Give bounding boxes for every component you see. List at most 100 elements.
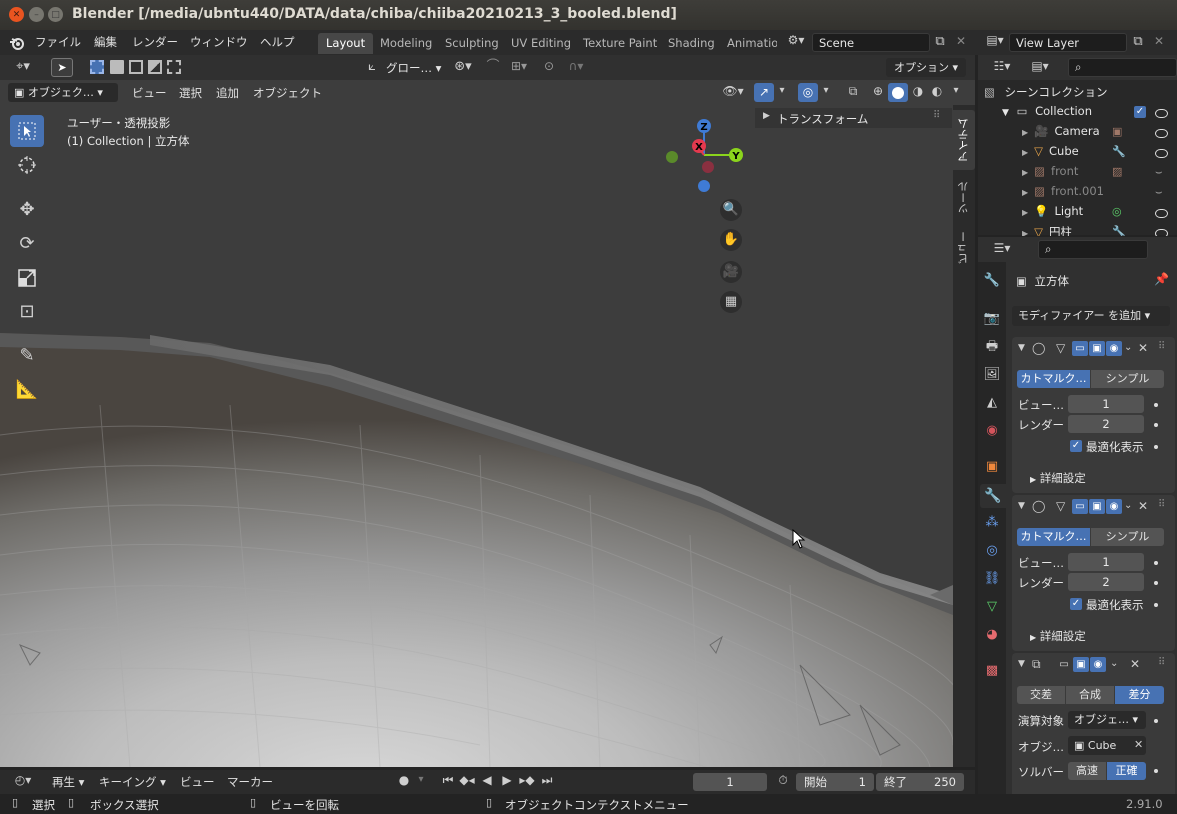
collection-visibility-icon[interactable] <box>1155 109 1168 118</box>
rotate-tool[interactable]: ⟳ <box>10 228 44 260</box>
cursor-tool[interactable] <box>10 149 44 181</box>
modifier-menu-icon[interactable]: ⌄ <box>1124 501 1132 511</box>
annotate-tool[interactable]: ✎ <box>10 340 44 372</box>
transform-tool[interactable]: ⊡ <box>10 296 44 328</box>
modifier-menu-icon[interactable]: ⌄ <box>1124 343 1132 353</box>
subsurf1-simple-button[interactable]: シンプル <box>1091 370 1164 388</box>
render-tab-icon[interactable]: 📷 <box>982 312 1002 325</box>
navigation-gizmo[interactable]: Z Y X <box>660 113 750 203</box>
subsurf1-viewport-keyframe[interactable] <box>1154 403 1158 407</box>
measure-tool[interactable]: 📐 <box>10 374 44 406</box>
object-data-icon[interactable]: 🔧 <box>1112 145 1126 158</box>
play-reverse-icon[interactable]: ◀ <box>480 774 494 786</box>
object-visibility-icon[interactable] <box>1155 209 1168 218</box>
select-mode-invert-icon[interactable] <box>148 60 162 74</box>
keying-set-icon[interactable]: ▾ <box>414 775 428 785</box>
remove-scene-icon[interactable]: ✕ <box>954 35 968 47</box>
playback-menu[interactable]: 再生 ▾ <box>52 774 84 790</box>
viewport-toggle-icon[interactable]: ▣ <box>1089 341 1105 356</box>
modifier-tab-icon[interactable]: 🔧 <box>980 484 1006 508</box>
world-tab-icon[interactable]: ◉ <box>982 424 1002 437</box>
subsurf2-advanced-toggle[interactable]: ▶ 詳細設定 <box>1030 628 1086 644</box>
outliner-object-row[interactable]: ▶ 💡 Light ◎ <box>1022 204 1177 222</box>
boolean-union-button[interactable]: 合成 <box>1066 686 1114 704</box>
tab-layout[interactable]: Layout <box>318 33 374 54</box>
sidebar-tab-view[interactable]: ビュー <box>953 225 975 270</box>
select-mode-extend-icon[interactable] <box>110 60 124 74</box>
tool-tab-icon[interactable]: 🔧 <box>982 274 1002 287</box>
subsurf1-viewport-levels[interactable]: 1 <box>1068 395 1144 413</box>
collapse-arrow-icon[interactable]: ▼ <box>1018 344 1025 353</box>
select-mode-intersect-icon[interactable] <box>167 60 181 74</box>
material-tab-icon[interactable]: ◕ <box>982 628 1002 641</box>
modifier-menu-icon[interactable]: ⌄ <box>1110 659 1118 669</box>
subsurf1-advanced-toggle[interactable]: ▶ 詳細設定 <box>1030 470 1086 486</box>
select-mode-new-icon[interactable] <box>90 60 104 74</box>
options-dropdown[interactable]: オプション ▾ <box>886 58 966 77</box>
visibility-dropdown-icon[interactable]: 👁▾ <box>718 85 748 97</box>
outliner-object-row[interactable]: ▶ 🎥 Camera ▣ <box>1022 124 1177 142</box>
tab-shading[interactable]: Shading <box>660 33 723 54</box>
object-visibility-icon[interactable] <box>1155 149 1168 158</box>
subsurf2-viewport-levels[interactable]: 1 <box>1068 553 1144 571</box>
collapse-arrow-icon[interactable]: ▼ <box>1018 502 1025 511</box>
overlay-toggle-icon[interactable]: ◎ <box>798 83 818 102</box>
minimize-window-button[interactable]: – <box>29 7 44 22</box>
subsurf2-render-levels[interactable]: 2 <box>1068 573 1144 591</box>
xray-toggle-icon[interactable]: ⧉ <box>845 85 861 97</box>
subsurf2-catmull-button[interactable]: カトマルク… <box>1017 528 1090 546</box>
subsurf2-render-keyframe[interactable] <box>1154 581 1158 585</box>
object-data-icon[interactable]: ◎ <box>1112 205 1122 218</box>
select-tool-icon[interactable]: ➤ <box>51 58 73 77</box>
viewport-menu-select[interactable]: 選択 <box>179 85 202 101</box>
viewlayer-selector-icon[interactable]: ▤▾ <box>982 34 1008 52</box>
sidebar-transform-panel[interactable]: ▶ トランスフォーム ⠿ <box>755 108 952 128</box>
expand-arrow-icon[interactable]: ▶ <box>1022 208 1028 217</box>
frame-end-field[interactable]: 終了 250 <box>876 773 964 791</box>
pivot-point-icon[interactable]: ⊛▾ <box>450 60 476 73</box>
shading-dropdown-icon[interactable]: ▾ <box>950 86 962 96</box>
blender-logo-icon[interactable] <box>9 35 25 51</box>
proportional-falloff-icon[interactable]: ∩▾ <box>563 60 589 72</box>
viewlayer-name-field[interactable]: View Layer <box>1009 33 1127 52</box>
current-frame-field[interactable]: 1 <box>693 773 767 791</box>
viewport-toggle-icon[interactable]: ▣ <box>1089 499 1105 514</box>
remove-viewlayer-icon[interactable]: ✕ <box>1152 35 1166 47</box>
boolean-operand-dropdown[interactable]: オブジェ… ▾ <box>1068 711 1146 729</box>
expand-arrow-icon[interactable]: ▶ <box>1022 128 1028 137</box>
boolean-intersect-button[interactable]: 交差 <box>1017 686 1065 704</box>
frame-start-field[interactable]: 開始 1 <box>796 773 874 791</box>
maximize-window-button[interactable]: □ <box>48 7 63 22</box>
auto-keying-icon[interactable]: ● <box>396 774 412 786</box>
modifier-drag-handle-icon[interactable]: ⠿ <box>1158 658 1165 668</box>
pan-view-icon[interactable]: ✋ <box>720 229 742 251</box>
expand-arrow-icon[interactable]: ▶ <box>1022 229 1028 236</box>
properties-editor-type-icon[interactable]: ☰▾ <box>988 242 1016 254</box>
shading-material-icon[interactable]: ◑ <box>910 85 926 97</box>
3d-viewport[interactable]: ユーザー・透視投影 (1) Collection | 立方体 ✥ ⟳ ⊡ ✎ 📐… <box>0 105 953 767</box>
modifier-drag-handle-icon[interactable]: ⠿ <box>1158 342 1165 352</box>
subsurf2-simple-button[interactable]: シンプル <box>1091 528 1164 546</box>
new-scene-icon[interactable]: ⧉ <box>932 35 948 48</box>
shading-solid-icon[interactable] <box>888 83 908 102</box>
properties-search-field[interactable]: ⌕ <box>1038 240 1148 259</box>
solver-keyframe[interactable] <box>1154 769 1158 773</box>
mode-dropdown[interactable]: ▣ オブジェク… ▾ <box>8 83 118 102</box>
collapse-arrow-icon[interactable]: ▼ <box>1018 660 1025 669</box>
tab-sculpting[interactable]: Sculpting <box>437 33 507 54</box>
move-tool[interactable]: ✥ <box>10 194 44 226</box>
close-window-button[interactable]: ✕ <box>9 7 24 22</box>
sidebar-tab-item[interactable]: アイテム <box>953 110 975 170</box>
on-cage-icon[interactable]: ▽ <box>1056 500 1065 512</box>
outliner-object-row[interactable]: ▶ ▽ Cube 🔧 <box>1022 144 1177 162</box>
transform-orientation-icon[interactable]: ⟀ <box>364 60 380 73</box>
viewport-menu-add[interactable]: 追加 <box>216 85 239 101</box>
menu-render[interactable]: レンダー <box>132 34 178 50</box>
object-hidden-icon[interactable]: ⌣ <box>1155 184 1163 199</box>
add-modifier-dropdown[interactable]: モディファイアー を追加 ▾ <box>1012 306 1170 326</box>
solver-fast-button[interactable]: 高速 <box>1068 762 1106 780</box>
zoom-view-icon[interactable]: 🔍 <box>720 199 742 221</box>
viewport-menu-view[interactable]: ビュー <box>132 85 167 101</box>
object-data-icon[interactable]: 🔧 <box>1112 225 1126 236</box>
outliner-editor-type-icon[interactable]: ☷▾ <box>988 60 1016 72</box>
